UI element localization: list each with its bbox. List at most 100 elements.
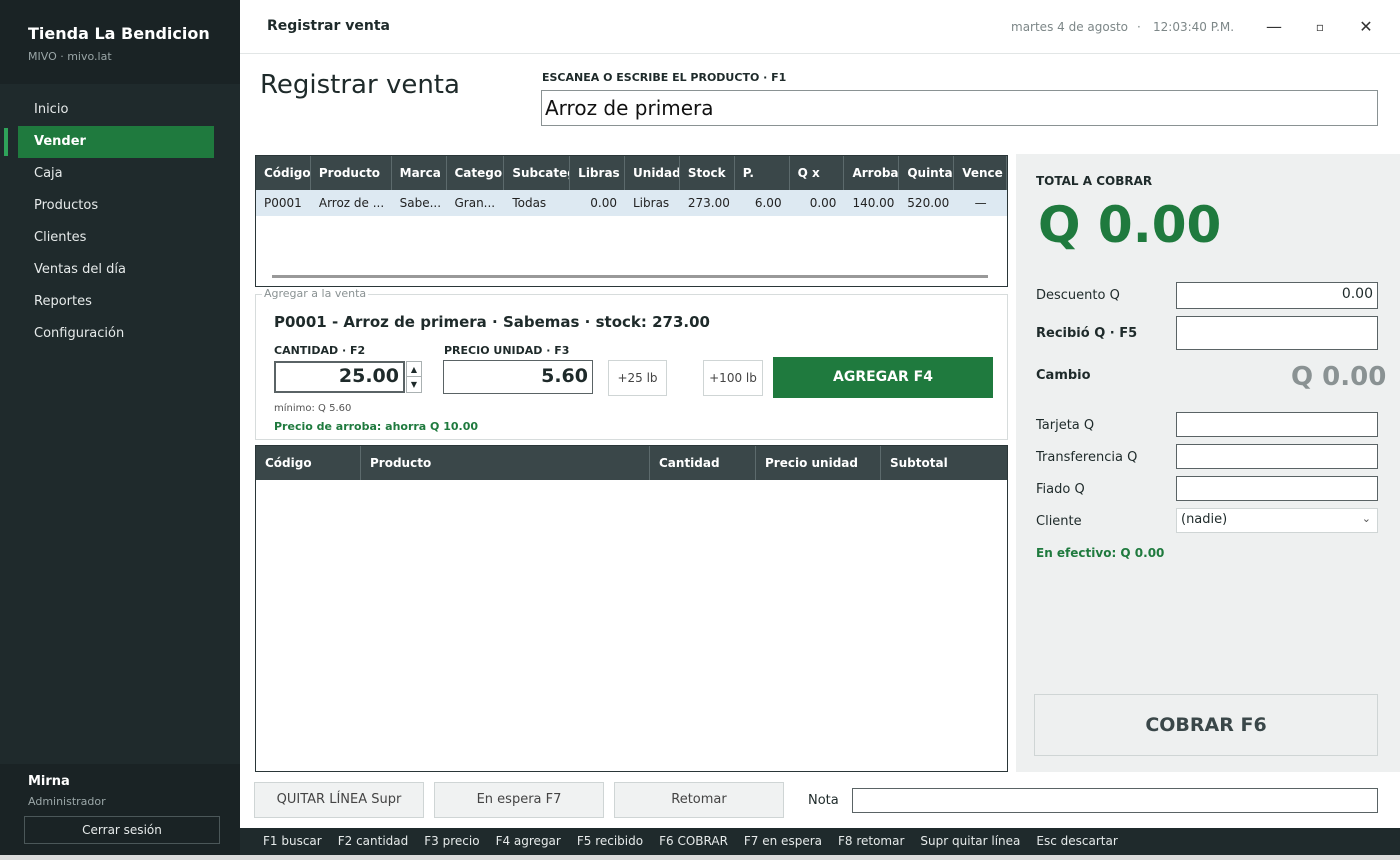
product-grid: Código Producto Marca Categor Subcateg L…: [255, 155, 1008, 287]
quantity-spinner: ▲ ▼: [406, 361, 422, 393]
shortcut-hint: F4 agregar: [495, 834, 561, 848]
quantity-stepper[interactable]: 25.00: [274, 361, 405, 393]
card-label: Tarjeta Q: [1036, 418, 1095, 433]
table-cell: 0.00: [590, 196, 617, 210]
store-name: Tienda La Bendicion: [28, 24, 210, 43]
table-cell: Gran...: [454, 196, 496, 210]
change-label: Cambio: [1036, 368, 1091, 383]
unit-price-input[interactable]: 5.60: [443, 360, 593, 394]
shortcut-hint: Esc descartar: [1036, 834, 1118, 848]
table-cell: P0001: [264, 196, 302, 210]
payment-panel: TOTAL A COBRAR Q 0.00 Descuento Q 0.00 R…: [1016, 154, 1400, 772]
table-cell: 6.00: [754, 196, 782, 210]
discount-label: Descuento Q: [1036, 288, 1120, 303]
add-to-sale-panel: Agregar a la venta P0001 - Arroz de prim…: [255, 287, 1008, 440]
table-cell: 520.00: [907, 196, 950, 210]
column-header[interactable]: P.: [735, 156, 790, 190]
product-grid-header: Código Producto Marca Categor Subcateg L…: [256, 156, 1007, 190]
hold-sale-button[interactable]: En espera F7: [434, 782, 604, 818]
user-name: Mirna: [28, 774, 70, 789]
sidebar-nav: Inicio Vender Caja Productos Clientes Ve…: [0, 94, 240, 350]
add-to-sale-button[interactable]: AGREGAR F4: [773, 357, 993, 398]
column-header[interactable]: Vence: [954, 156, 1007, 190]
table-row[interactable]: P0001 Arroz de ... Sabe... Gran... Todas…: [256, 190, 1007, 216]
transfer-label: Transferencia Q: [1036, 450, 1138, 465]
user-role: Administrador: [28, 795, 106, 808]
client-label: Cliente: [1036, 514, 1082, 529]
product-search-input[interactable]: [541, 90, 1378, 126]
shortcut-hint: F2 cantidad: [337, 834, 409, 848]
column-header[interactable]: Código: [256, 446, 361, 480]
add-to-sale-legend: Agregar a la venta: [262, 287, 369, 300]
unit-price-label: PRECIO UNIDAD · F3: [444, 344, 570, 357]
page-title: Registrar venta: [260, 70, 460, 100]
charge-button[interactable]: COBRAR F6: [1034, 694, 1378, 756]
close-icon[interactable]: ✕: [1352, 14, 1380, 40]
add-25-lb-button[interactable]: +25 lb: [608, 360, 667, 396]
column-header[interactable]: Libras: [570, 156, 626, 190]
total-label: TOTAL A COBRAR: [1036, 174, 1153, 188]
credit-input[interactable]: [1176, 476, 1378, 501]
sidebar-item-vender[interactable]: Vender: [4, 126, 214, 158]
shortcut-hint: Supr quitar línea: [920, 834, 1021, 848]
current-time: 12:03:40 P.M.: [1153, 20, 1235, 34]
shortcut-hint: F3 precio: [424, 834, 480, 848]
sidebar-item-clientes[interactable]: Clientes: [0, 222, 240, 254]
received-input[interactable]: [1176, 316, 1378, 350]
column-header[interactable]: Precio unidad: [756, 446, 881, 480]
sidebar: Tienda La Bendicion MIVO · mivo.lat Inic…: [0, 0, 240, 860]
cash-amount-note: En efectivo: Q 0.00: [1036, 546, 1165, 560]
sidebar-item-reportes[interactable]: Reportes: [0, 286, 240, 318]
shortcut-hint: F6 COBRAR: [659, 834, 728, 848]
column-header[interactable]: Q x: [790, 156, 845, 190]
spin-up-icon[interactable]: ▲: [407, 362, 421, 377]
column-header[interactable]: Arroba: [844, 156, 900, 190]
column-header[interactable]: Producto: [311, 156, 392, 190]
table-cell: 273.00: [687, 196, 730, 210]
table-cell: Arroz de ...: [318, 196, 385, 210]
shortcut-hint: F1 buscar: [263, 834, 322, 848]
logout-button[interactable]: Cerrar sesión: [24, 816, 220, 844]
sidebar-item-ventas-del-dia[interactable]: Ventas del día: [0, 254, 240, 286]
transfer-input[interactable]: [1176, 444, 1378, 469]
selected-product-summary: P0001 - Arroz de primera · Sabemas · sto…: [274, 313, 710, 331]
table-cell: 0.00: [809, 196, 837, 210]
credit-label: Fiado Q: [1036, 482, 1085, 497]
card-input[interactable]: [1176, 412, 1378, 437]
add-100-lb-button[interactable]: +100 lb: [703, 360, 763, 396]
shortcut-bar: F1 buscar F2 cantidad F3 precio F4 agreg…: [240, 828, 1400, 855]
arroba-price-note: Precio de arroba: ahorra Q 10.00: [274, 420, 479, 433]
resume-sale-button[interactable]: Retomar: [614, 782, 784, 818]
table-cell: 140.00: [852, 196, 895, 210]
brand: Tienda La Bendicion MIVO · mivo.lat: [0, 0, 240, 84]
chevron-down-icon: ⌄: [1361, 512, 1371, 525]
remove-line-button[interactable]: QUITAR LÍNEA Supr: [254, 782, 424, 818]
column-header[interactable]: Subcateg: [504, 156, 571, 190]
sidebar-item-productos[interactable]: Productos: [0, 190, 240, 222]
cart-grid-header: Código Producto Cantidad Precio unidad S…: [256, 446, 1007, 480]
column-header[interactable]: Categor: [447, 156, 505, 190]
sidebar-item-caja[interactable]: Caja: [0, 158, 240, 190]
user-box: Mirna Administrador Cerrar sesión: [0, 764, 240, 860]
column-header[interactable]: Stock: [680, 156, 735, 190]
client-select[interactable]: (nadie) ⌄: [1176, 508, 1378, 533]
column-header[interactable]: Marca: [392, 156, 447, 190]
column-header[interactable]: Producto: [361, 446, 650, 480]
note-input[interactable]: [852, 788, 1378, 813]
title-bar: Registrar venta martes 4 de agosto · 12:…: [240, 0, 1400, 54]
minimize-icon[interactable]: —: [1260, 14, 1288, 40]
sidebar-item-configuracion[interactable]: Configuración: [0, 318, 240, 350]
column-header[interactable]: Código: [256, 156, 311, 190]
shortcut-hint: F5 recibido: [576, 834, 644, 848]
discount-input[interactable]: 0.00: [1176, 282, 1378, 309]
sidebar-item-inicio[interactable]: Inicio: [0, 94, 240, 126]
column-header[interactable]: Quintal: [899, 156, 955, 190]
column-header[interactable]: Subtotal: [881, 446, 1007, 480]
scan-label: ESCANEA O ESCRIBE EL PRODUCTO · F1: [542, 71, 787, 84]
spin-down-icon[interactable]: ▼: [407, 377, 421, 392]
maximize-icon[interactable]: ▫: [1306, 14, 1334, 40]
date-time-separator: ·: [1137, 20, 1141, 34]
column-header[interactable]: Cantidad: [650, 446, 756, 480]
column-header[interactable]: Unidad: [625, 156, 680, 190]
horizontal-scrollbar[interactable]: [272, 275, 988, 278]
